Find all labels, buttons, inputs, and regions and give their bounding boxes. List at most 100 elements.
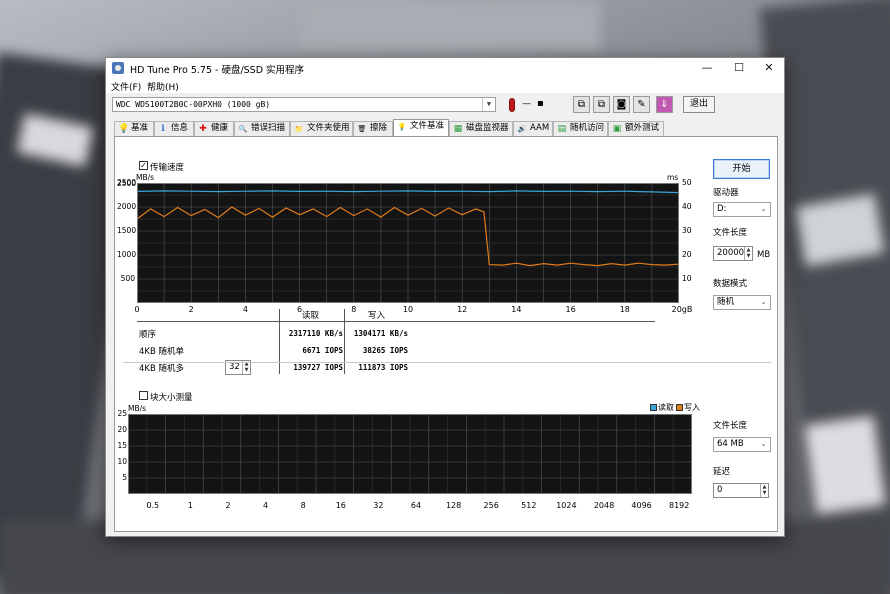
extra-tests-icon: ▣ (612, 124, 622, 134)
x-tick-label: 128 (445, 501, 462, 510)
result-read-value: 139727 IOPS (293, 363, 343, 372)
temperature-unit-icon: ▪ (537, 98, 544, 109)
thermometer-icon (506, 96, 518, 113)
tab-label: 随机访问 (570, 123, 605, 133)
temperature-value: — (522, 99, 531, 109)
file-length-spinner[interactable]: 20000 ▲ ▼ (713, 246, 753, 261)
x-tick-label: 1 (187, 501, 193, 510)
transfer-speed-chart (137, 183, 679, 303)
y2-tick-label: 20 (682, 250, 692, 259)
minimize-button[interactable]: — (692, 58, 722, 78)
x-tick-label: 2 (225, 501, 231, 510)
result-row-label: 4KB 随机单 (139, 347, 185, 357)
x-tick-label: 18 (619, 305, 630, 314)
screenshot-icon[interactable]: ◙ (613, 96, 630, 113)
y2-tick-label: 30 (682, 226, 692, 235)
block-size-label: 块大小测量 (150, 393, 193, 403)
tab-label: 错误扫描 (251, 123, 286, 133)
block-file-length-label: 文件长度 (713, 421, 748, 431)
drive-select-value: WDC WDS100T2B0C-00PXH0 (1000 gB) (116, 100, 271, 109)
y2-tick-label: 50 (682, 178, 692, 187)
tab-benchmark[interactable]: 💡 基准 (114, 121, 154, 136)
data-mode-label: 数据模式 (713, 279, 748, 289)
block-size-chart (128, 414, 692, 494)
app-icon (112, 62, 124, 74)
y-tick-label: 5 (122, 473, 127, 482)
start-button[interactable]: 开始 (713, 159, 770, 179)
menu-help[interactable]: 帮助(H) (147, 80, 179, 93)
folder-icon: 📁 (294, 125, 304, 133)
transfer-speed-label: 传输速度 (150, 163, 185, 173)
tab-label: AAM (530, 123, 550, 133)
x-tick-label: 4 (242, 305, 248, 314)
tab-error-scan[interactable]: 🔍 错误扫描 (234, 121, 290, 136)
app-window: HD Tune Pro 5.75 - 硬盘/SSD 实用程序 — ☐ ✕ 文件(… (105, 57, 785, 537)
y-tick-label: 2500 (117, 179, 137, 188)
spinner-arrows[interactable]: ▲ ▼ (760, 484, 768, 497)
speaker-icon: 🔊 (517, 125, 527, 133)
drive-select[interactable]: WDC WDS100T2B0C-00PXH0 (1000 gB) ▼ (112, 97, 496, 112)
block-size-checkbox[interactable] (139, 391, 148, 400)
tab-label: 擦除 (370, 123, 388, 133)
x-tick-label: 0.5 (146, 501, 160, 510)
window-title: HD Tune Pro 5.75 - 硬盘/SSD 实用程序 (130, 65, 305, 76)
title-bar: HD Tune Pro 5.75 - 硬盘/SSD 实用程序 — ☐ ✕ (106, 58, 784, 78)
exit-button[interactable]: 退出 (683, 96, 715, 113)
tab-info[interactable]: ℹ 信息 (154, 121, 194, 136)
maximize-button[interactable]: ☐ (724, 58, 754, 78)
result-row-label: 4KB 随机多 (139, 364, 185, 374)
result-write-value: 111873 IOPS (358, 363, 408, 372)
tab-disk-monitor[interactable]: ▦ 磁盘监视器 (449, 121, 513, 136)
delay-value: 0 (717, 485, 723, 495)
random-access-icon: ▤ (557, 124, 567, 134)
result-row-label: 顺序 (139, 330, 157, 340)
menu-file[interactable]: 文件(F) (111, 80, 141, 93)
tab-bar: 💡 基准 ℹ 信息 ✚ 健康 🔍 错误扫描 📁 文件夹使用 🗑 擦除 💡 文件基准 ▦ 磁盘监视… (114, 119, 778, 136)
tab-label: 健康 (211, 123, 229, 133)
block-file-length-select[interactable]: 64 MB ⌄ (713, 437, 771, 452)
legend-write-swatch (676, 404, 683, 411)
x-tick-label: 4 (263, 501, 269, 510)
x-tick-label: 20gB (671, 305, 693, 314)
tab-label: 磁盘监视器 (466, 123, 509, 133)
tab-folder-usage[interactable]: 📁 文件夹使用 (290, 121, 353, 136)
tab-aam[interactable]: 🔊 AAM (513, 121, 553, 136)
y-tick-label: 500 (120, 274, 135, 283)
block-file-length-value: 64 MB (717, 439, 744, 449)
close-button[interactable]: ✕ (754, 58, 784, 78)
tab-file-benchmark[interactable]: 💡 文件基准 (393, 119, 449, 136)
x-tick-label: 2 (188, 305, 194, 314)
tab-random-access[interactable]: ▤ 随机访问 (553, 121, 608, 136)
health-cross-icon: ✚ (199, 124, 207, 134)
bulb-icon: 💡 (118, 124, 130, 134)
x-tick-label: 16 (565, 305, 576, 314)
delay-label: 延迟 (713, 467, 731, 477)
tab-health[interactable]: ✚ 健康 (194, 121, 234, 136)
chevron-down-icon: ▼ (482, 98, 495, 111)
tab-erase[interactable]: 🗑 擦除 (353, 121, 393, 136)
drive-letter-select[interactable]: D: ⌄ (713, 202, 771, 217)
y2-tick-label: 10 (682, 274, 692, 283)
chart-legend: 读取 写入 (650, 402, 700, 413)
x-tick-label: 16 (335, 501, 346, 510)
info-icon: ℹ (161, 124, 165, 134)
x-tick-label: 0 (134, 305, 140, 314)
tab-extra-tests[interactable]: ▣ 额外测试 (608, 121, 664, 136)
x-tick-label: 8 (351, 305, 357, 314)
delay-spinner[interactable]: 0 ▲ ▼ (713, 483, 769, 498)
transfer-speed-checkbox[interactable]: ✓ (139, 161, 148, 170)
spinner-arrows[interactable]: ▲ ▼ (744, 247, 752, 260)
x-tick-label: 12 (457, 305, 468, 314)
data-mode-select[interactable]: 随机 ⌄ (713, 295, 771, 310)
magnifier-icon: 🔍 (238, 125, 248, 133)
result-read-value: 2317110 KB/s (288, 329, 343, 338)
menu-bar: 文件(F) 帮助(H) (106, 78, 784, 93)
file-length-unit: MB (757, 250, 771, 260)
x-tick-label: 8 (300, 501, 306, 510)
copy-info-icon[interactable]: ⧉ (573, 96, 590, 113)
save-icon[interactable]: ⇓ (656, 96, 673, 113)
options-icon[interactable]: ✎ (633, 96, 650, 113)
copy-all-icon[interactable]: ⧉ (593, 96, 610, 113)
table-col-divider (344, 309, 345, 374)
table-col-divider (279, 309, 280, 374)
